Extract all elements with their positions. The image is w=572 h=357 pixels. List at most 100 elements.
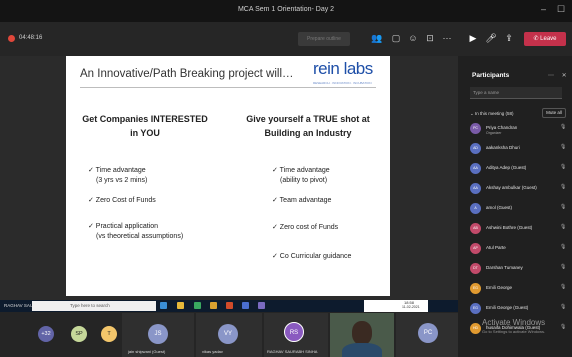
participant-video[interactable] bbox=[330, 313, 394, 357]
participant-row[interactable]: Aamol (Guest) 🎙︎ bbox=[470, 201, 570, 217]
person-head bbox=[352, 321, 372, 345]
powerpoint-icon bbox=[226, 302, 233, 309]
participant-row[interactable]: AP Atul Parte 🎙︎ bbox=[470, 241, 570, 257]
meeting-toolbar: 04:48:16 Prepare outline 👥 ▢ ☺ ⊡ ⋯ bbox=[0, 22, 458, 56]
presentation-slide: An Innovative/Path Breaking project will… bbox=[66, 56, 390, 296]
participant-search-input[interactable]: Type a name bbox=[470, 87, 562, 99]
taskview-icon bbox=[160, 302, 167, 309]
reactions-icon[interactable]: ☺ bbox=[406, 31, 420, 45]
mic-off-icon: 🎙︎ bbox=[560, 324, 567, 330]
mic-off-icon: 🎙︎ bbox=[560, 264, 567, 270]
leave-label: Leave bbox=[540, 36, 557, 42]
participant-avatar: AA bbox=[470, 183, 481, 194]
mic-off-icon: 🎙︎ bbox=[560, 204, 567, 210]
left-column-heading: Get Companies INTERESTED in YOU bbox=[82, 114, 208, 138]
participant-avatar[interactable]: T bbox=[101, 326, 117, 342]
mic-off-icon: 🎙︎ bbox=[560, 224, 567, 230]
tile-avatar: VY bbox=[218, 324, 238, 344]
app-icon bbox=[210, 302, 217, 309]
share-screen-icon[interactable]: ⇪ bbox=[502, 31, 516, 45]
left-point: ✓ Zero Cost of Funds bbox=[88, 197, 156, 204]
activate-windows-hint: Go to Settings to activate Windows. bbox=[482, 329, 546, 334]
clock-date: 11-02-2021 bbox=[402, 305, 420, 309]
tile-name: RAGHAV SAURABH SINHA bbox=[267, 349, 318, 354]
panel-title: Participants bbox=[472, 72, 510, 79]
camera-icon[interactable]: ▶ bbox=[466, 31, 480, 45]
participant-avatar: EG bbox=[470, 303, 481, 314]
participant-avatar: EG bbox=[470, 283, 481, 294]
participant-name: Emili George (Guest) bbox=[486, 305, 529, 310]
participant-name: Akshay ambulkar (Guest) bbox=[486, 185, 537, 190]
right-point: ✓ Co Curricular guidance bbox=[272, 253, 352, 260]
microphone-icon[interactable]: 🎤︎ bbox=[484, 31, 498, 45]
participant-name: aakanksha Dhuri bbox=[486, 145, 520, 150]
participants-icon[interactable]: 👥 bbox=[370, 31, 384, 45]
meeting-timer: 04:48:16 bbox=[19, 35, 43, 41]
participant-name: Atul Parte bbox=[486, 245, 506, 250]
participant-role: Organizer bbox=[486, 131, 502, 135]
participants-panel: Participants ⋯ ✕ Type a name ⌄ In this m… bbox=[458, 56, 572, 357]
participant-row[interactable]: PC Priya Chandran Organizer 🎙︎ bbox=[470, 121, 570, 137]
participant-avatar: PC bbox=[470, 123, 481, 134]
maximize-button[interactable]: ☐ bbox=[557, 4, 565, 14]
person-shoulders bbox=[342, 343, 382, 357]
mic-off-icon: 🎙︎ bbox=[560, 184, 567, 190]
tile-avatar: RS bbox=[284, 322, 304, 342]
right-column-heading: Give yourself a TRUE shot at Building an… bbox=[246, 114, 370, 138]
right-point: ✓ Zero cost of Funds bbox=[272, 224, 339, 231]
participant-avatar: HD bbox=[470, 323, 481, 334]
participant-avatar[interactable]: SP bbox=[71, 326, 87, 342]
slide-title: An Innovative/Path Breaking project will… bbox=[80, 68, 294, 80]
participant-row[interactable]: AA Aditya Adep (Guest) 🎙︎ bbox=[470, 161, 570, 177]
more-participants-badge[interactable]: +32 bbox=[38, 326, 54, 342]
teams-window: MCA Sem 1 Orientation- Day 2 – ☐ 04:48:1… bbox=[0, 0, 572, 357]
participant-tile[interactable]: PC bbox=[396, 313, 458, 357]
participant-row[interactable]: AD aakanksha Dhuri 🎙︎ bbox=[470, 141, 570, 157]
mic-off-icon: 🎙︎ bbox=[560, 124, 567, 130]
mute-all-button[interactable]: Mute all bbox=[542, 108, 566, 118]
participant-avatar: AP bbox=[470, 243, 481, 254]
mic-off-icon: 🎙︎ bbox=[560, 304, 567, 310]
rooms-icon[interactable]: ⊡ bbox=[423, 31, 437, 45]
more-icon[interactable]: ⋯ bbox=[548, 73, 554, 79]
call-controls: ▶ 🎤︎ ⇪ ✆ Leave bbox=[458, 22, 572, 56]
leave-button[interactable]: ✆ Leave bbox=[524, 32, 566, 46]
logo-tagline: RESEARCH · INNOVATION · INCUBATION bbox=[313, 81, 372, 85]
chrome-icon bbox=[194, 302, 201, 309]
mic-off-icon: 🎙︎ bbox=[560, 164, 567, 170]
participant-name: Emili George bbox=[486, 285, 513, 290]
mic-off-icon: 🎙︎ bbox=[560, 144, 567, 150]
participant-row[interactable]: AA Akshay ambulkar (Guest) 🎙︎ bbox=[470, 181, 570, 197]
teams-taskbar-icon bbox=[242, 302, 249, 309]
participant-avatar: DT bbox=[470, 263, 481, 274]
participant-avatar: AD bbox=[470, 143, 481, 154]
participant-row[interactable]: EG Emili George 🎙︎ bbox=[470, 281, 570, 297]
participant-row[interactable]: EG Emili George (Guest) 🎙︎ bbox=[470, 301, 570, 317]
participant-row[interactable]: DT Darshan Tumaney 🎙︎ bbox=[470, 261, 570, 277]
left-point: ✓ Practical application bbox=[88, 223, 159, 230]
in-meeting-label[interactable]: ⌄ In this meeting (58) bbox=[470, 111, 514, 117]
close-icon[interactable]: ✕ bbox=[562, 73, 567, 79]
more-actions-icon[interactable]: ⋯ bbox=[440, 31, 454, 45]
participant-tile[interactable]: VY vikas yadav bbox=[196, 313, 262, 357]
right-point: ✓ Time advantage bbox=[272, 167, 330, 174]
left-point: ✓ Time advantage bbox=[88, 167, 146, 174]
participant-name: Aditya Adep (Guest) bbox=[486, 165, 527, 170]
participant-avatar: A bbox=[470, 203, 481, 214]
mic-off-icon: 🎙︎ bbox=[560, 244, 567, 250]
mic-off-icon: 🎙︎ bbox=[560, 284, 567, 290]
participant-row[interactable]: AB Ashwini Bothre (Guest) 🎙︎ bbox=[470, 221, 570, 237]
minimize-button[interactable]: – bbox=[541, 4, 546, 14]
prepare-outline-button[interactable]: Prepare outline bbox=[298, 32, 350, 46]
slide-divider bbox=[80, 87, 376, 88]
participant-name: Priya Chandran bbox=[486, 125, 518, 130]
taskbar-search: Type here to search bbox=[32, 301, 156, 311]
left-point-note: (3 yrs vs 2 mins) bbox=[96, 177, 148, 184]
participant-tile[interactable]: JS jain shipwani (Guest) bbox=[122, 313, 194, 357]
tile-avatar: JS bbox=[148, 324, 168, 344]
participant-avatar: AB bbox=[470, 223, 481, 234]
chat-icon[interactable]: ▢ bbox=[389, 31, 403, 45]
left-point-note: (vs theoretical assumptions) bbox=[96, 233, 184, 240]
taskbar-search-text: Type here to search bbox=[70, 303, 110, 308]
presenter-tile[interactable]: RS RAGHAV SAURABH SINHA bbox=[264, 313, 328, 357]
